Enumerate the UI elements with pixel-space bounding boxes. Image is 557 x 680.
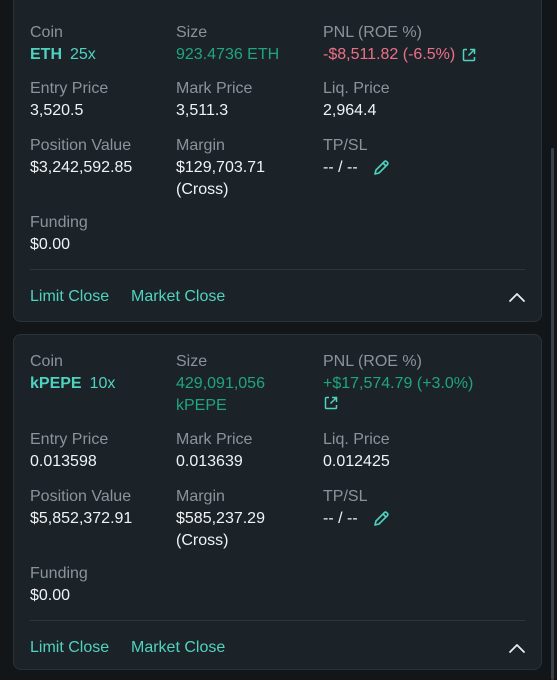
pencil-icon[interactable] (372, 159, 390, 177)
margin-mode: (Cross) (176, 181, 229, 198)
limit-close-button[interactable]: Limit Close (30, 288, 109, 306)
funding-field: Funding $0.00 (30, 213, 88, 255)
mark-price-value: 0.013639 (176, 453, 243, 470)
coin-label: Coin (30, 353, 63, 370)
position-value-field: Position Value $5,852,372.91 (30, 487, 132, 529)
funding-value: $0.00 (30, 587, 71, 604)
position-value-value: $5,852,372.91 (30, 510, 133, 527)
position-card-eth: Coin ETH 25x Size 923.4736 ETH PNL (ROE … (13, 0, 542, 322)
limit-close-button[interactable]: Limit Close (30, 639, 109, 657)
coin-label: Coin (30, 24, 63, 41)
margin-field: Margin $129,703.71 (Cross) (176, 136, 265, 200)
liq-price-value: 2,964.4 (323, 102, 377, 119)
entry-price-field: Entry Price 0.013598 (30, 430, 108, 472)
pnl-label: PNL (ROE %) (323, 353, 422, 370)
coin-field: Coin ETH 25x (30, 23, 96, 65)
liq-price-field: Liq. Price 2,964.4 (323, 79, 390, 121)
tpsl-label: TP/SL (323, 137, 368, 154)
liq-price-label: Liq. Price (323, 80, 390, 97)
mark-price-field: Mark Price 3,511.3 (176, 79, 252, 121)
margin-label: Margin (176, 488, 225, 505)
entry-price-label: Entry Price (30, 431, 109, 448)
pnl-label: PNL (ROE %) (323, 24, 422, 41)
coin-name[interactable]: ETH (30, 44, 62, 65)
size-value: 923.4736 ETH (176, 46, 280, 63)
tpsl-field: TP/SL -- / -- (323, 487, 390, 529)
pnl-value: -$8,511.82 (-6.5%) (323, 46, 456, 63)
funding-value: $0.00 (30, 236, 71, 253)
liq-price-value: 0.012425 (323, 453, 390, 470)
size-label: Size (176, 24, 208, 41)
scrollbar[interactable] (551, 148, 554, 680)
mark-price-value: 3,511.3 (176, 102, 229, 119)
tpsl-label: TP/SL (323, 488, 368, 505)
funding-field: Funding $0.00 (30, 564, 88, 606)
mark-price-label: Mark Price (176, 431, 253, 448)
margin-label: Margin (176, 137, 225, 154)
divider (30, 620, 525, 621)
size-label: Size (176, 353, 208, 370)
size-unit: kPEPE (176, 397, 227, 414)
pnl-value: +$17,574.79 (+3.0%) (323, 375, 474, 392)
size-field: Size 429,091,056 kPEPE (176, 352, 265, 416)
liq-price-label: Liq. Price (323, 431, 390, 448)
position-value-label: Position Value (30, 488, 132, 505)
tpsl-field: TP/SL -- / -- (323, 136, 390, 178)
coin-field: Coin kPEPE 10x (30, 352, 115, 394)
mark-price-field: Mark Price 0.013639 (176, 430, 252, 472)
tpsl-value: -- / -- (323, 510, 358, 527)
leverage: 25x (70, 46, 96, 63)
pencil-icon[interactable] (372, 510, 390, 528)
external-link-icon[interactable] (323, 395, 339, 411)
margin-value: $585,237.29 (176, 510, 265, 527)
divider (30, 269, 525, 270)
pnl-field: PNL (ROE %) +$17,574.79 (+3.0%) (323, 352, 473, 417)
position-value-value: $3,242,592.85 (30, 159, 133, 176)
funding-label: Funding (30, 565, 88, 582)
market-close-button[interactable]: Market Close (131, 639, 225, 657)
chevron-up-icon[interactable] (508, 642, 526, 654)
market-close-button[interactable]: Market Close (131, 288, 225, 306)
entry-price-value: 0.013598 (30, 453, 97, 470)
liq-price-field: Liq. Price 0.012425 (323, 430, 390, 472)
funding-label: Funding (30, 214, 88, 231)
entry-price-value: 3,520.5 (30, 102, 84, 119)
margin-value: $129,703.71 (176, 159, 265, 176)
tpsl-value: -- / -- (323, 159, 358, 176)
position-value-field: Position Value $3,242,592.85 (30, 136, 132, 178)
pnl-field: PNL (ROE %) -$8,511.82 (-6.5%) (323, 23, 477, 65)
margin-field: Margin $585,237.29 (Cross) (176, 487, 265, 551)
margin-mode: (Cross) (176, 532, 229, 549)
entry-price-field: Entry Price 3,520.5 (30, 79, 108, 121)
coin-name[interactable]: kPEPE (30, 373, 82, 394)
size-field: Size 923.4736 ETH (176, 23, 279, 65)
chevron-up-icon[interactable] (508, 291, 526, 303)
leverage: 10x (89, 375, 116, 392)
position-value-label: Position Value (30, 137, 132, 154)
entry-price-label: Entry Price (30, 80, 109, 97)
position-card-kpepe: Coin kPEPE 10x Size 429,091,056 kPEPE PN… (13, 334, 542, 670)
mark-price-label: Mark Price (176, 80, 253, 97)
size-value: 429,091,056 (176, 375, 265, 392)
external-link-icon[interactable] (461, 47, 477, 63)
